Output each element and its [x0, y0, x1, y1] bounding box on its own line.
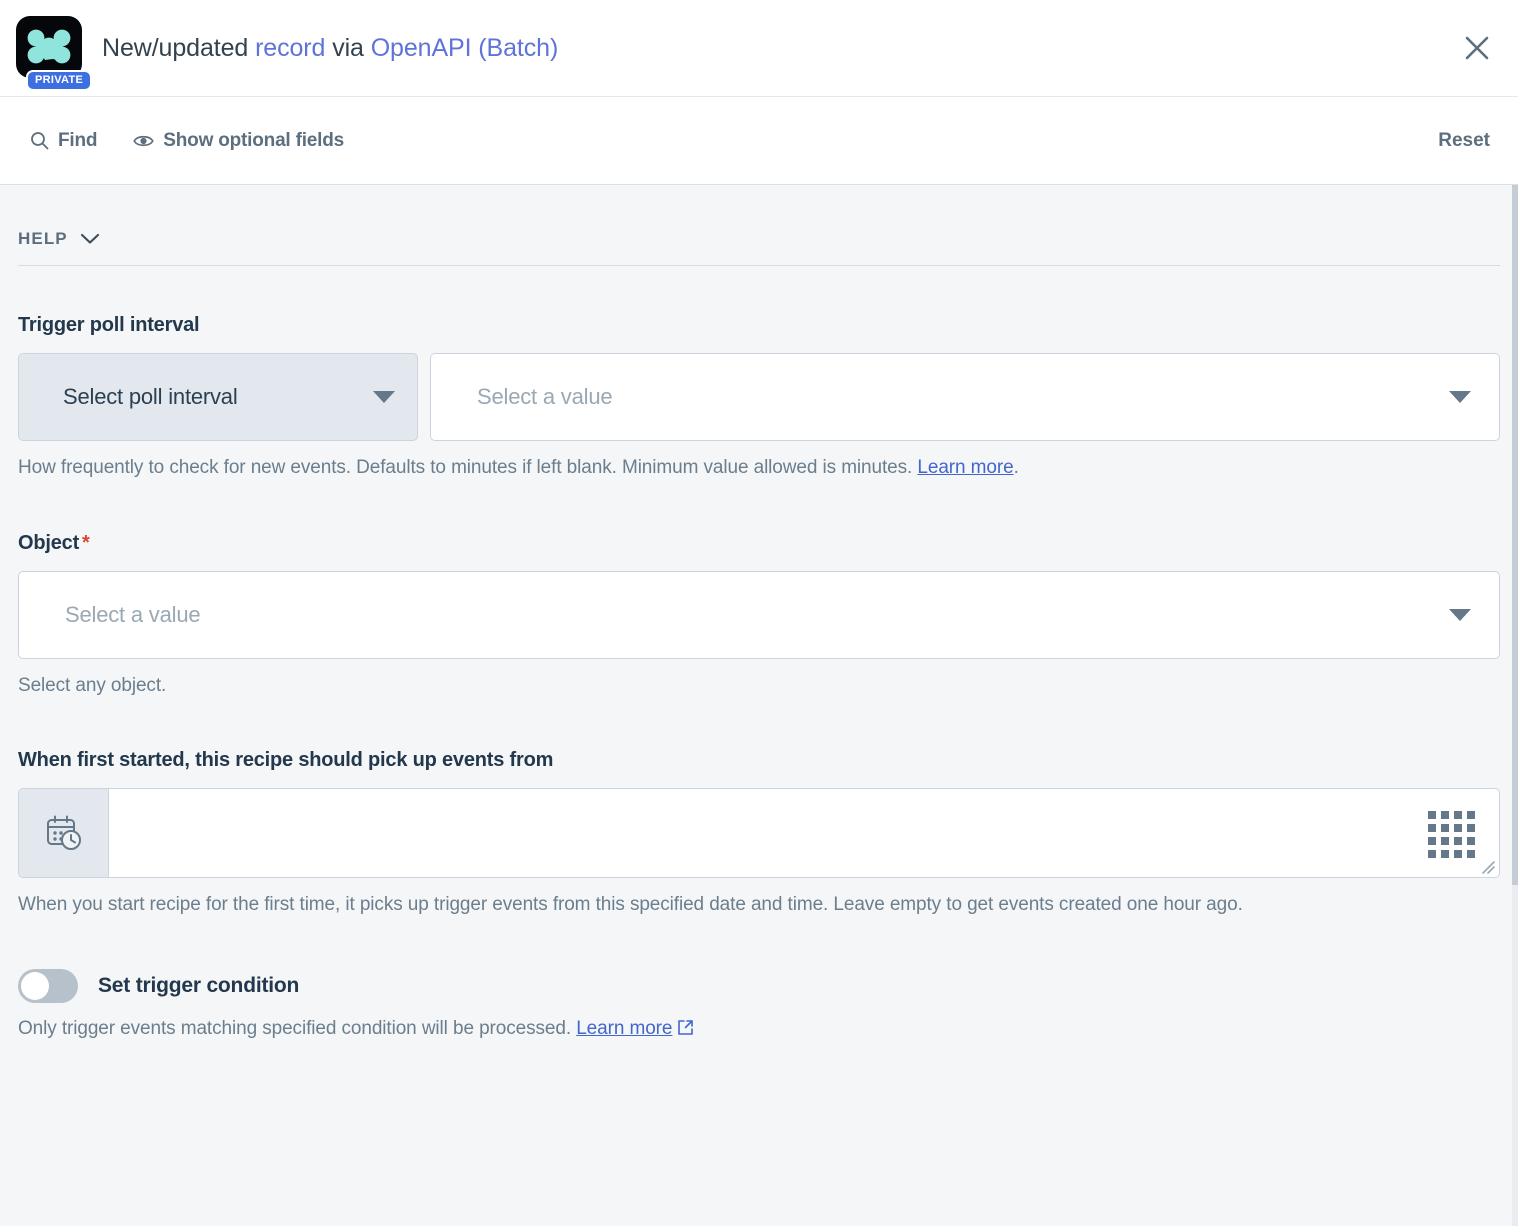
- scrollbar-thumb[interactable]: [1512, 185, 1518, 885]
- poll-interval-help: How frequently to check for new events. …: [18, 454, 1500, 482]
- help-divider: [18, 265, 1500, 266]
- chevron-down-icon: [373, 391, 395, 403]
- title-connector-link[interactable]: OpenAPI (Batch): [371, 34, 558, 62]
- external-link-icon[interactable]: [677, 1019, 694, 1036]
- trigger-condition-learn-more-link[interactable]: Learn more: [576, 1018, 672, 1039]
- chevron-down-icon: [80, 233, 100, 245]
- trigger-condition-row: Set trigger condition: [18, 969, 1500, 1003]
- help-section-toggle[interactable]: HELP: [18, 229, 100, 249]
- required-marker: *: [82, 532, 90, 554]
- poll-interval-value-placeholder: Select a value: [477, 384, 612, 410]
- calendar-clock-icon-button[interactable]: [19, 789, 109, 877]
- object-placeholder: Select a value: [65, 602, 200, 628]
- set-trigger-condition-label: Set trigger condition: [98, 974, 299, 998]
- pickup-from-control: [18, 788, 1500, 878]
- poll-interval-select[interactable]: Select poll interval: [18, 353, 418, 441]
- close-button[interactable]: [1456, 27, 1498, 69]
- trigger-condition-help-text: Only trigger events matching specified c…: [18, 1018, 576, 1039]
- title-mid: via: [325, 34, 370, 62]
- scrollbar-track[interactable]: [1512, 185, 1518, 1226]
- poll-interval-select-text: Select poll interval: [63, 384, 238, 410]
- find-label: Find: [58, 130, 97, 152]
- field-pickup-from: When first started, this recipe should p…: [18, 749, 1500, 919]
- app-logo: PRIVATE: [14, 11, 84, 89]
- toggle-knob: [21, 972, 49, 1000]
- pickup-from-label: When first started, this recipe should p…: [18, 749, 1500, 772]
- reset-button[interactable]: Reset: [1438, 130, 1490, 152]
- calendar-clock-icon: [43, 812, 85, 854]
- trigger-config-panel: PRIVATE New/updated record via OpenAPI (…: [0, 0, 1518, 1226]
- object-label: Object*: [18, 532, 1500, 555]
- show-optional-fields-button[interactable]: Show optional fields: [133, 130, 344, 152]
- panel-header: PRIVATE New/updated record via OpenAPI (…: [0, 0, 1518, 97]
- field-poll-interval: Trigger poll interval Select poll interv…: [18, 314, 1500, 482]
- title-record-link[interactable]: record: [255, 34, 325, 62]
- object-select[interactable]: Select a value: [18, 571, 1500, 659]
- resize-handle[interactable]: [1479, 858, 1495, 874]
- poll-interval-learn-more-link[interactable]: Learn more: [917, 457, 1013, 478]
- field-trigger-condition: Set trigger condition Only trigger event…: [18, 969, 1500, 1043]
- poll-interval-help-end: .: [1014, 457, 1019, 478]
- poll-interval-value-input[interactable]: Select a value: [430, 353, 1500, 441]
- find-button[interactable]: Find: [30, 130, 97, 152]
- eye-icon: [133, 133, 154, 149]
- pickup-from-input[interactable]: [109, 789, 1499, 877]
- title-prefix: New/updated: [102, 34, 255, 62]
- private-badge: PRIVATE: [28, 72, 90, 89]
- field-object: Object* Select a value Select any object…: [18, 532, 1500, 700]
- poll-interval-controls: Select poll interval Select a value: [18, 353, 1500, 441]
- pickup-from-help: When you start recipe for the first time…: [18, 891, 1500, 919]
- object-label-text: Object: [18, 532, 79, 554]
- chevron-down-icon: [1449, 391, 1471, 403]
- help-label: HELP: [18, 229, 68, 249]
- object-help: Select any object.: [18, 672, 1500, 700]
- panel-body: HELP Trigger poll interval Select poll i…: [0, 185, 1518, 1226]
- workato-w-logo-icon: [16, 16, 82, 78]
- set-trigger-condition-toggle[interactable]: [18, 969, 78, 1003]
- poll-interval-help-text: How frequently to check for new events. …: [18, 457, 917, 478]
- close-icon: [1464, 35, 1490, 61]
- page-title: New/updated record via OpenAPI (Batch): [102, 34, 558, 63]
- poll-interval-label: Trigger poll interval: [18, 314, 1500, 337]
- trigger-condition-help: Only trigger events matching specified c…: [18, 1015, 1500, 1043]
- search-icon: [30, 131, 49, 150]
- panel-toolbar: Find Show optional fields Reset: [0, 97, 1518, 185]
- show-optional-fields-label: Show optional fields: [163, 130, 344, 152]
- chevron-down-icon: [1449, 609, 1471, 621]
- data-pill-grid-icon[interactable]: [1428, 811, 1475, 858]
